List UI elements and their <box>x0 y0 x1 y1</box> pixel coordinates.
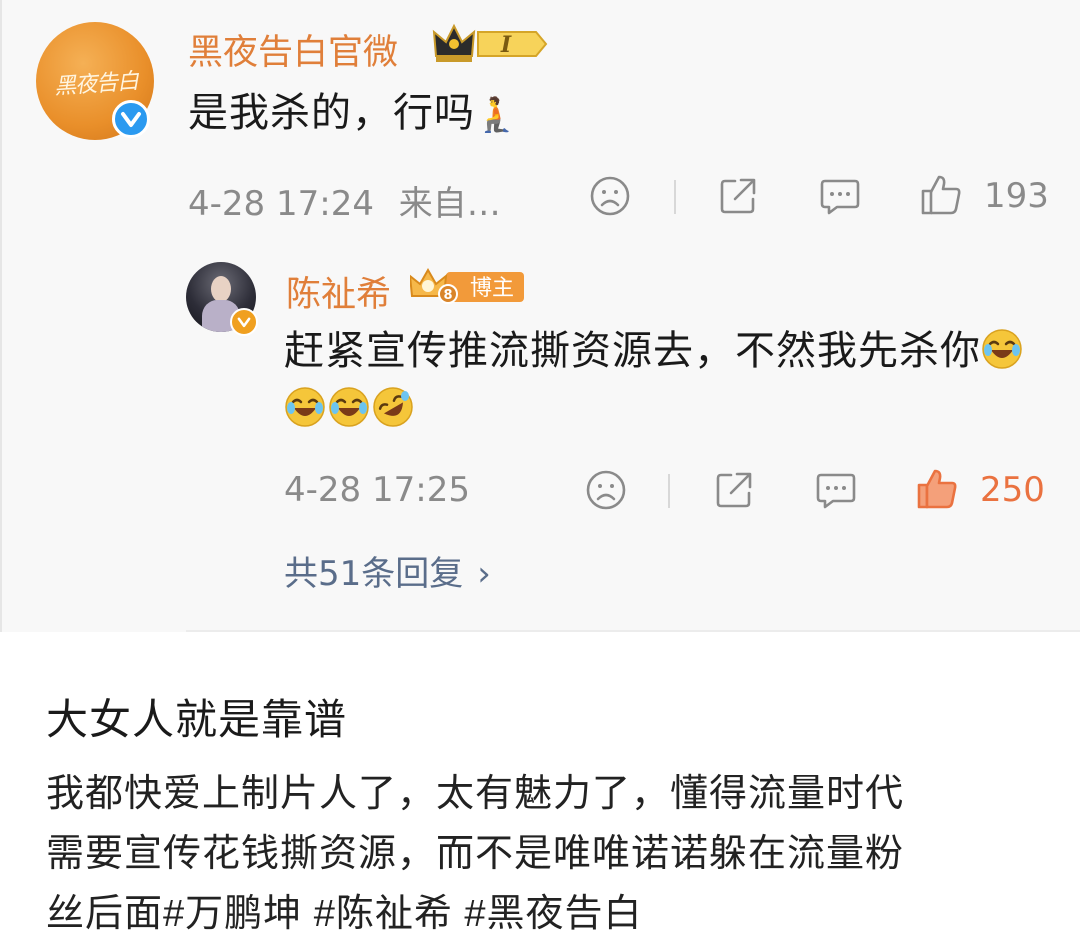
action-divider <box>668 474 670 508</box>
laugh-cry-emoji-icon <box>329 387 369 427</box>
divider <box>186 630 1080 632</box>
card-edge <box>0 0 2 632</box>
more-replies-link[interactable]: 共51条回复 › <box>284 546 491 595</box>
avatar-logo-text: 黑夜告白 <box>53 69 139 100</box>
verified-icon <box>230 308 258 336</box>
like-icon[interactable] <box>918 172 964 218</box>
comment-text: 是我杀的，行吗🧎 <box>188 84 518 144</box>
share-icon[interactable] <box>716 174 760 218</box>
post-body: 我都快爱上制片人了，太有魅力了，懂得流量时代 需要宣传花钱撕资源，而不是唯唯诺诺… <box>46 764 1046 944</box>
blogger-badge-icon[interactable]: 8 博主 <box>408 266 526 308</box>
comment-time: 4-28 17:24 <box>188 184 374 224</box>
kneel-emoji-icon: 🧎 <box>475 96 519 134</box>
reply-text-content: 赶紧宣传推流撕资源去，不然我先杀你 <box>284 329 981 373</box>
liked-icon[interactable] <box>914 466 960 512</box>
dislike-icon[interactable] <box>588 174 632 218</box>
reply-username[interactable]: 陈祉希 <box>286 266 391 317</box>
reply-text: 赶紧宣传推流撕资源去，不然我先杀你 <box>284 322 1044 438</box>
badge-level-text: I <box>500 32 512 58</box>
post-body-line: 需要宣传花钱撕资源，而不是唯唯诺诺躲在流量粉 <box>46 833 905 875</box>
reply-time: 4-28 17:25 <box>284 470 470 510</box>
post-title: 大女人就是靠谱 <box>46 696 348 743</box>
comment-username[interactable]: 黑夜告白官微 <box>188 24 398 75</box>
like-count: 193 <box>984 176 1049 216</box>
comment-icon[interactable] <box>818 174 862 218</box>
dislike-icon[interactable] <box>584 468 628 512</box>
comment-card: 黑夜告白 黑夜告白官微 I 是我杀的，行吗🧎 4-28 17:24 来自… 19… <box>0 0 1080 632</box>
reply-meta: 4-28 17:25 <box>284 470 470 510</box>
more-replies-label: 共51条回复 <box>284 554 464 594</box>
comment-text-content: 是我杀的，行吗 <box>188 91 475 135</box>
laugh-cry-emoji-icon <box>982 329 1022 369</box>
post-body-line: 丝后面#万鹏坤 #陈祉希 #黑夜告白 <box>46 893 643 935</box>
rolling-laugh-emoji-icon <box>373 387 413 427</box>
comment-icon[interactable] <box>814 468 858 512</box>
action-divider <box>674 180 676 214</box>
chevron-right-icon: › <box>477 554 491 594</box>
comment-source[interactable]: 来自… <box>399 184 501 224</box>
svg-text:8: 8 <box>443 288 452 303</box>
like-count: 250 <box>980 470 1045 510</box>
comment-meta: 4-28 17:24 来自… <box>188 176 501 225</box>
post-body-line: 我都快爱上制片人了，太有魅力了，懂得流量时代 <box>46 773 905 815</box>
verified-icon <box>112 100 150 138</box>
laugh-cry-emoji-icon <box>285 387 325 427</box>
share-icon[interactable] <box>712 468 756 512</box>
crown-level-badge-icon[interactable]: I <box>432 22 552 66</box>
blogger-badge-label: 博主 <box>470 275 514 300</box>
